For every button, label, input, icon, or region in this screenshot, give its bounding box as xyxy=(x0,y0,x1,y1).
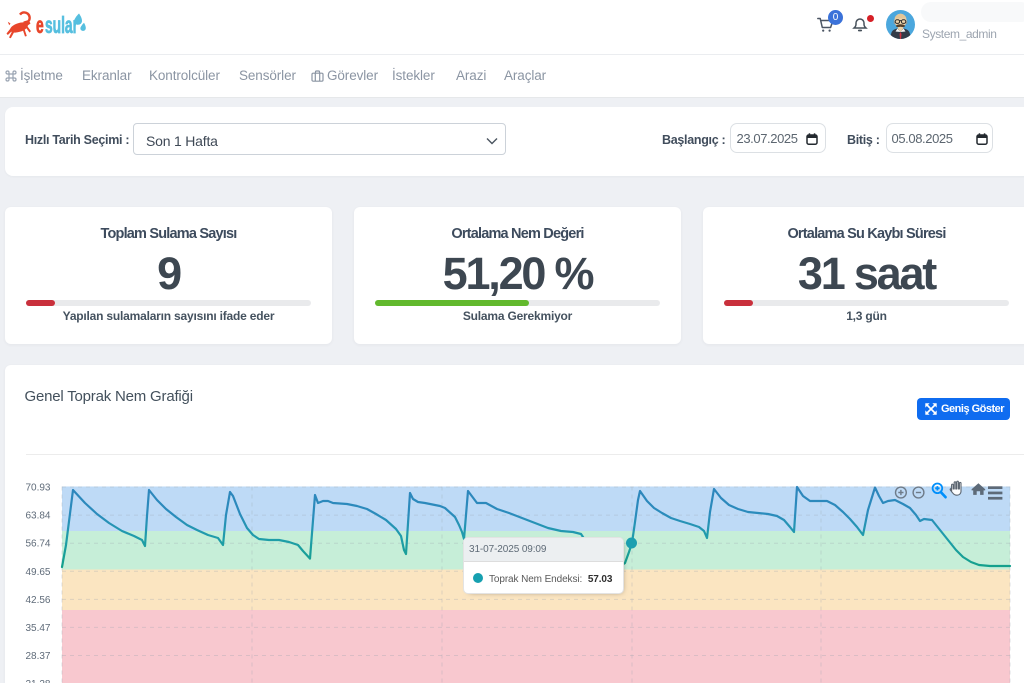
svg-text:70.93: 70.93 xyxy=(25,483,50,494)
svg-text:e: e xyxy=(36,14,44,39)
svg-text:56.74: 56.74 xyxy=(25,539,50,550)
svg-text:28.37: 28.37 xyxy=(25,651,50,662)
svg-text:42.56: 42.56 xyxy=(25,595,50,606)
svg-text:21.28: 21.28 xyxy=(25,679,50,683)
svg-text:sular: sular xyxy=(45,14,78,39)
svg-text:49.65: 49.65 xyxy=(25,567,50,578)
svg-text:35.47: 35.47 xyxy=(25,623,50,634)
svg-text:63.84: 63.84 xyxy=(25,511,50,522)
